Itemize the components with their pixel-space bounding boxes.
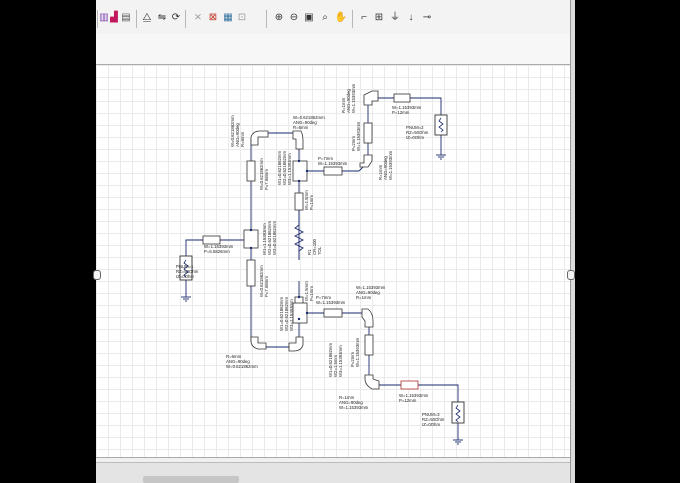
- lower-vertical-line-label: P=2mm W=1.15393mm: [350, 337, 360, 367]
- schematic-drawing: [179, 90, 465, 445]
- bottom-corner-label: R=1mm ANG=90deg W=1.15393mm: [339, 395, 369, 410]
- port2-label: PNUM=2 RZ=50Ohm IZ=0Ohm: [406, 125, 429, 140]
- rotate-icon[interactable]: ⟳: [170, 12, 182, 24]
- lower-corner-right-label: W=1.15393mm ANG=90deg R=1mm: [356, 285, 386, 300]
- left-upper-line-label: W=0.621862mm P=7.68mm: [259, 158, 269, 190]
- tl-top-corner-label: W=0.621862mm ANG=90deg R=6mm: [293, 115, 325, 130]
- top-corner-label: R=1mm ANG=90deg W=1.15393mm: [341, 83, 356, 113]
- junction-upper-label: W1=1.15393mm W2=0.621862mm W3=0.621862mm: [262, 220, 277, 255]
- toolbar-separator: [266, 10, 267, 28]
- pan-hand-icon[interactable]: ✋: [335, 12, 347, 24]
- deactivate-icon[interactable]: ⊠: [207, 12, 219, 24]
- vertical-scrollbar[interactable]: [570, 0, 575, 483]
- tline-upper-right-label: P=7mm W=1.15393mm: [318, 156, 348, 166]
- marker-icon[interactable]: ↓: [405, 12, 417, 24]
- mid-vertical-upper-label: W=1.5mm P=1mm: [304, 190, 314, 210]
- tline-bottom-right-label: W=1.15393mm P=12mm: [399, 393, 429, 403]
- schematic-canvas[interactable]: PNUM=1 RZ=50Ohm IZ=0Ohm W=1.15393mm P=6.582…: [96, 64, 570, 458]
- tline-top-right-label: W=1.15393mm P=12mm: [392, 105, 422, 115]
- port3-label: PNUM=3 RZ=50Ohm IZ=0Ohm: [422, 412, 445, 427]
- zoom-out-icon[interactable]: ⊖: [288, 12, 300, 24]
- bottom-left-corner-label: R=6mm ANG=90deg W=0.621862mm: [226, 354, 258, 369]
- toolbar-separator: [185, 10, 186, 28]
- wire-icon[interactable]: ⌐: [358, 12, 370, 24]
- tl-left-corner-label: W=0.621862mm ANG=90deg R=6mm: [230, 115, 245, 147]
- resistor-label: R1 CR=100 TOL: [307, 239, 322, 255]
- zoom-in-icon[interactable]: ⊕: [273, 12, 285, 24]
- ground-icon[interactable]: ⏚: [389, 12, 401, 24]
- grid-snap-icon[interactable]: ⊡: [236, 12, 248, 24]
- port-icon[interactable]: ⊞: [373, 12, 385, 24]
- disable-icon[interactable]: ⨯: [192, 12, 204, 24]
- schematic-editor-window: ▥ ▟ ▤ ⧋ ⇋ ⟳ ⨯ ⊠ ▦ ⊡ ⊕ ⊖ ▣ ⌕ ✋ ⌐ ⊞ ⏚ ↓ ⊸: [96, 0, 575, 483]
- toolbar-separator: [352, 10, 353, 28]
- horizontal-scrollbar-thumb[interactable]: [143, 476, 239, 483]
- equation-icon[interactable]: ▦: [222, 12, 234, 24]
- tune-icon[interactable]: ⧋: [141, 12, 153, 24]
- left-lower-line-label: W=0.621862mm P=7.68mm: [259, 265, 269, 297]
- workspace-header: [96, 34, 575, 64]
- zoom-fit-icon[interactable]: ▣: [303, 12, 315, 24]
- flip-icon[interactable]: ⇋: [156, 12, 168, 24]
- right-resize-handle[interactable]: [567, 270, 575, 280]
- mid-vertical-lower-label: W=1.5mm P=1mm: [304, 281, 314, 301]
- toolbar: ▥ ▟ ▤ ⧋ ⇋ ⟳ ⨯ ⊠ ▦ ⊡ ⊕ ⊖ ▣ ⌕ ✋ ⌐ ⊞ ⏚ ↓ ⊸: [96, 0, 575, 35]
- chart-icon[interactable]: ▟: [108, 12, 120, 24]
- left-resize-handle[interactable]: [93, 270, 101, 280]
- probe-icon[interactable]: ⊸: [421, 12, 433, 24]
- toolbar-separator: [136, 10, 137, 28]
- top-vertical-line-label: P=2mm W=1.15393mm: [351, 121, 361, 151]
- zoom-area-icon[interactable]: ⌕: [319, 12, 331, 24]
- tline-lower-mid-label: P=7mm W=1.15393mm: [316, 295, 346, 305]
- upper-tee-label: W1=0.621862mm W2=0.621862mm W3=1.15393mm: [277, 150, 292, 185]
- upper-corner-right-label: R=1mm ANG=90deg W=1.15393mm: [378, 150, 393, 180]
- junction-lower-label: W1=0.621862mm W2=0.621862mm W3=1.15393mm: [279, 296, 294, 331]
- lower-tee-label: W1=0.621862mm W2=1.5mm W3=1.15393mm: [328, 342, 343, 377]
- tool-icon-3[interactable]: ▤: [120, 12, 132, 24]
- port1-label: PNUM=1 RZ=50Ohm IZ=0Ohm: [176, 264, 199, 279]
- tline-left-port-label: W=1.15393mm P=6.5826mm: [204, 244, 234, 254]
